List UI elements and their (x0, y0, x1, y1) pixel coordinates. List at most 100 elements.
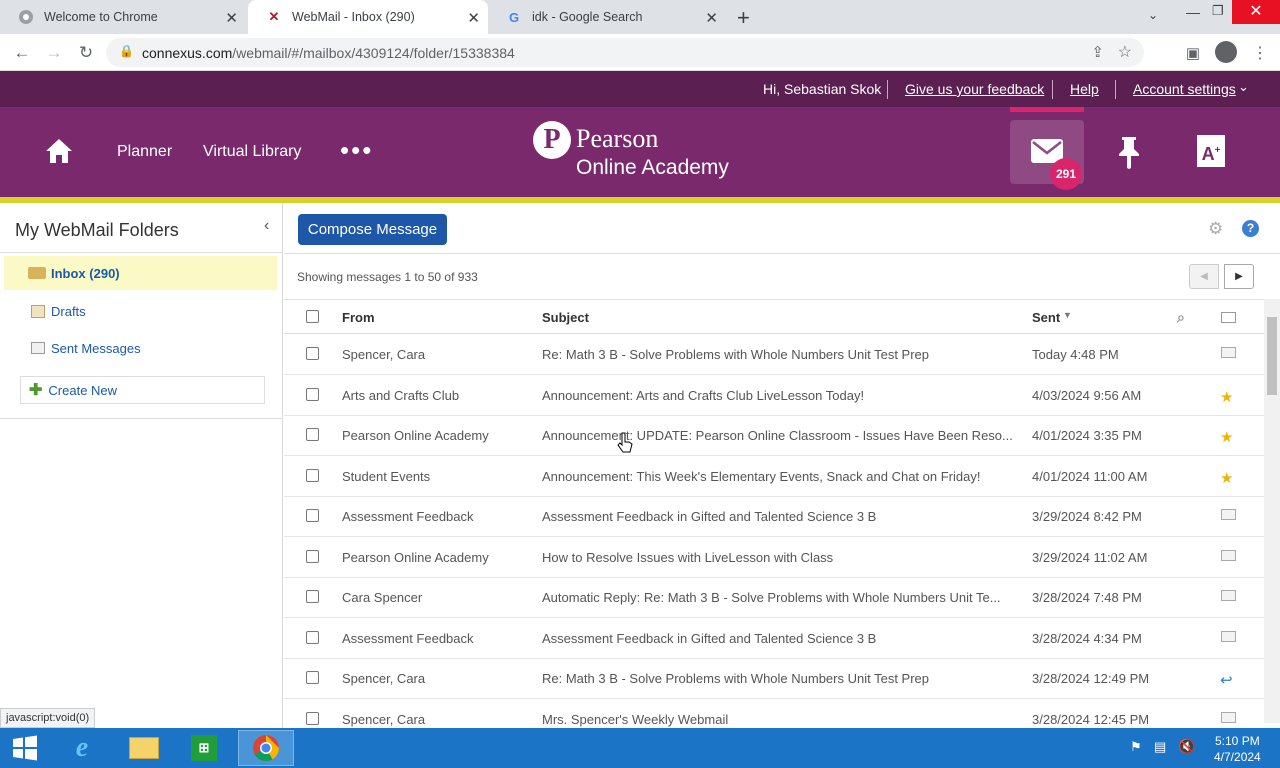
store-taskbar-icon[interactable]: ⊞ (176, 730, 232, 766)
tab-search-icon[interactable]: ⌄ (1148, 8, 1158, 22)
settings-gear-icon[interactable]: ⚙ (1208, 219, 1223, 239)
row-checkbox[interactable] (306, 428, 319, 441)
more-menu-icon[interactable]: ••• (340, 135, 373, 166)
chrome-taskbar-icon[interactable] (238, 730, 294, 766)
column-sent[interactable]: Sent (1032, 310, 1060, 325)
forward-icon[interactable]: → (42, 41, 66, 65)
message-sent: 3/28/2024 12:45 PM (1032, 711, 1150, 727)
star-icon[interactable]: ★ (1220, 428, 1233, 446)
table-row[interactable]: Assessment Feedback Assessment Feedback i… (284, 618, 1264, 659)
table-row[interactable]: Arts and Crafts Club Announcement: Arts a… (284, 375, 1264, 416)
pin-icon[interactable] (1117, 135, 1141, 174)
start-button[interactable] (0, 730, 50, 766)
feedback-link[interactable]: Give us your feedback (905, 81, 1044, 97)
plus-icon: ✚ (29, 382, 43, 399)
volume-muted-icon[interactable]: 🔇 (1178, 738, 1195, 755)
account-settings-link[interactable]: Account settings (1133, 81, 1236, 97)
star-icon[interactable]: ★ (1220, 388, 1233, 406)
profile-avatar[interactable] (1215, 41, 1237, 63)
row-checkbox[interactable] (306, 671, 319, 684)
table-row[interactable]: Spencer, Cara Re: Math 3 B - Solve Proble… (284, 334, 1264, 375)
reply-icon[interactable]: ↩ (1220, 671, 1233, 689)
restore-icon[interactable]: ❐ (1212, 3, 1224, 19)
clock-date[interactable]: 4/7/2024 (1214, 750, 1261, 764)
close-window-icon[interactable]: ✕ (1232, 0, 1280, 24)
create-folder-button[interactable]: ✚ Create New (20, 376, 265, 404)
compose-button[interactable]: Compose Message (298, 214, 447, 245)
column-subject[interactable]: Subject (542, 310, 589, 325)
folder-label: Drafts (51, 303, 86, 319)
envelope-icon[interactable] (1221, 630, 1236, 642)
home-icon[interactable] (44, 137, 74, 170)
message-subject: How to Resolve Issues with LiveLesson wi… (542, 549, 834, 565)
close-tab-icon[interactable]: ✕ (467, 9, 480, 27)
folder-icon (28, 267, 46, 279)
folder-drafts[interactable]: Drafts (0, 294, 283, 328)
row-checkbox[interactable] (306, 347, 319, 360)
next-page-icon[interactable]: ▶ (1224, 264, 1254, 289)
reload-icon[interactable]: ↻ (74, 41, 98, 65)
ie-taskbar-icon[interactable]: e (54, 730, 110, 766)
envelope-icon[interactable] (1221, 549, 1236, 561)
message-from: Spencer, Cara (342, 671, 426, 686)
message-subject: Automatic Reply: Re: Math 3 B - Solve Pr… (542, 590, 1001, 605)
side-panel-icon[interactable]: ▣ (1181, 41, 1205, 65)
network-icon[interactable]: ▤ (1154, 739, 1166, 755)
close-tab-icon[interactable]: ✕ (705, 9, 718, 27)
folder-inbox[interactable]: Inbox (290) (4, 256, 277, 290)
row-checkbox[interactable] (306, 509, 319, 522)
scrollbar-thumb[interactable] (1267, 317, 1277, 395)
tab-welcome[interactable]: Welcome to Chrome ✕ (0, 0, 246, 34)
help-link[interactable]: Help (1070, 81, 1099, 97)
row-checkbox[interactable] (306, 549, 319, 563)
collapse-sidebar-icon[interactable]: ‹ (264, 217, 269, 235)
table-row[interactable]: Student Events Announcement: This Week's … (284, 456, 1264, 497)
row-checkbox[interactable] (306, 711, 319, 725)
minimize-icon[interactable]: — (1186, 4, 1200, 20)
row-checkbox[interactable] (306, 468, 319, 482)
row-checkbox[interactable] (306, 387, 319, 401)
bookmark-star-icon[interactable]: ☆ (1118, 42, 1132, 62)
prev-page-icon[interactable]: ◀ (1189, 264, 1219, 289)
tab-google[interactable]: G idk - Google Search ✕ (488, 0, 726, 34)
chevron-down-icon[interactable]: ⌄ (1238, 79, 1249, 95)
clock-time[interactable]: 5:10 PM (1215, 734, 1260, 748)
message-subject: Mrs. Spencer's Weekly Webmail (542, 711, 729, 727)
help-icon[interactable]: ? (1242, 220, 1259, 237)
sort-down-icon: ▼ (1063, 310, 1072, 320)
envelope-icon[interactable] (1221, 711, 1236, 723)
table-row[interactable]: Assessment Feedback Assessment Feedback i… (284, 496, 1264, 537)
table-row[interactable]: Cara Spencer Automatic Reply: Re: Math 3 … (284, 577, 1264, 618)
unread-badge: 291 (1050, 158, 1082, 190)
envelope-icon[interactable] (1221, 509, 1236, 520)
table-row[interactable]: Spencer, Cara Re: Math 3 B - Solve Proble… (284, 658, 1264, 699)
back-icon[interactable]: ← (10, 41, 34, 65)
table-row[interactable]: Pearson Online Academy Announcement: UPDA… (284, 415, 1264, 456)
row-checkbox[interactable] (306, 630, 319, 644)
column-from[interactable]: From (342, 310, 375, 325)
folder-label: Sent Messages (51, 340, 141, 356)
virtual-library-link[interactable]: Virtual Library (203, 143, 301, 161)
envelope-header-icon (1221, 312, 1236, 323)
star-icon[interactable]: ★ (1220, 469, 1233, 487)
browser-toolbar: ← → ↻ 🔒 connexus.com/webmail/#/mailbox/4… (0, 34, 1280, 71)
table-row[interactable]: Pearson Online Academy How to Resolve Iss… (284, 537, 1264, 578)
tab-webmail[interactable]: ✕ WebMail - Inbox (290) ✕ (248, 0, 488, 34)
new-tab-icon[interactable]: + (737, 5, 750, 31)
grades-icon[interactable]: A+ (1197, 135, 1225, 167)
envelope-icon[interactable] (1221, 347, 1236, 358)
mail-button[interactable]: 291 (1010, 120, 1084, 190)
scrollbar[interactable] (1264, 299, 1280, 723)
menu-dots-icon[interactable]: ⋮ (1248, 41, 1272, 65)
select-all-checkbox[interactable] (306, 310, 319, 323)
envelope-icon[interactable] (1221, 590, 1236, 601)
share-icon[interactable]: ⇪ (1091, 43, 1104, 61)
address-bar[interactable]: 🔒 connexus.com/webmail/#/mailbox/4309124… (106, 38, 1144, 67)
explorer-taskbar-icon[interactable] (116, 730, 172, 766)
row-checkbox[interactable] (306, 590, 319, 603)
close-tab-icon[interactable]: ✕ (225, 9, 238, 27)
folders-sidebar: My WebMail Folders ‹ Inbox (290) Drafts … (0, 203, 283, 728)
planner-link[interactable]: Planner (117, 143, 172, 161)
flag-icon[interactable]: ⚑ (1130, 739, 1142, 755)
folder-sent[interactable]: Sent Messages (0, 331, 283, 365)
